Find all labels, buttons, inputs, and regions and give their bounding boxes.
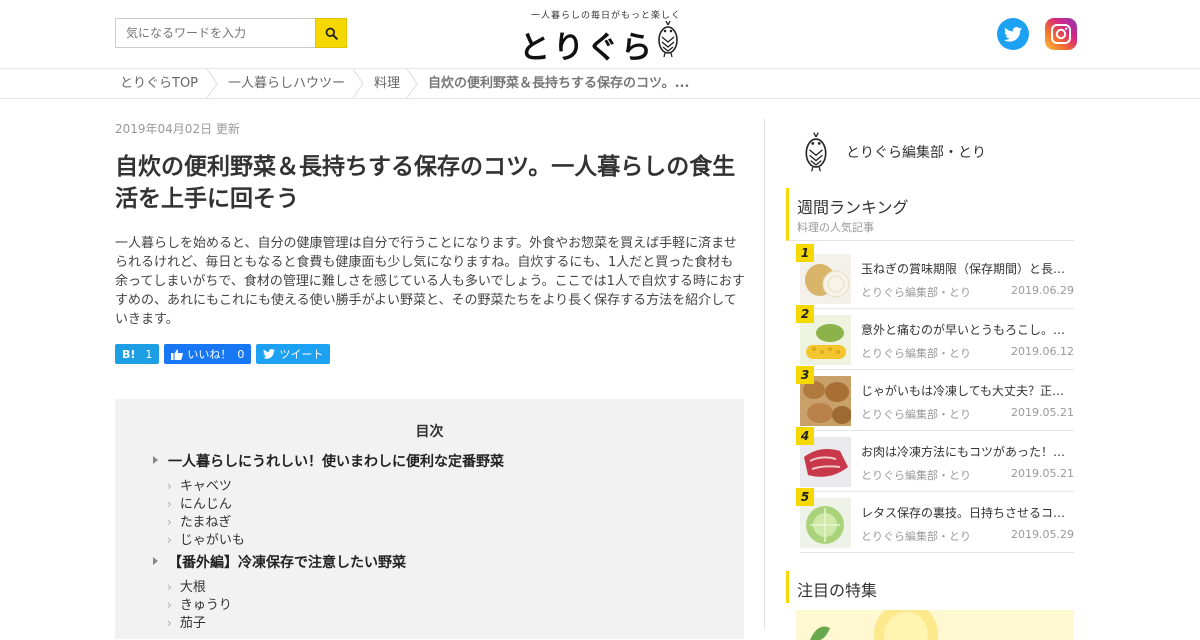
tweet-button[interactable]: ツイート	[256, 344, 331, 364]
ranking-item-date: 2019.06.29	[1011, 284, 1074, 297]
twitter-link[interactable]	[997, 18, 1029, 50]
instagram-link[interactable]	[1045, 18, 1077, 50]
share-buttons: B! 1 いいね！ 0 ツイート	[115, 344, 331, 364]
ranking-item-meta: とりぐら編集部・とり 2019.05.29	[861, 528, 1074, 544]
rank-number: 3	[796, 366, 814, 384]
ranking-item[interactable]: 3 じゃがいもは冷凍しても大丈夫？正しい保存方法 とりぐら編集部・とり 2019…	[796, 366, 1074, 431]
author-name: とりぐら編集部・とり	[846, 145, 986, 161]
ranking-item-date: 2019.05.29	[1011, 528, 1074, 541]
feature-title: 注目の特集	[797, 581, 878, 600]
ranking-item-date: 2019.05.21	[1011, 406, 1074, 419]
article-title: 自炊の便利野菜＆長持ちする保存のコツ。一人暮らしの食生活を上手に回そう	[115, 154, 736, 212]
facebook-like-button[interactable]: いいね！ 0	[164, 344, 252, 364]
ranking-item[interactable]: 5 レタス保存の裏技。日持ちさせるコツを紹介 とりぐら編集部・とり 2019.0…	[796, 488, 1074, 553]
search-input[interactable]	[115, 18, 315, 48]
article-date: 2019年04月02日 更新	[115, 122, 240, 136]
facebook-like-label: いいね！	[187, 348, 232, 361]
site-logo[interactable]: 一人暮らしの毎日がもっと楽しく とりぐら	[515, 8, 685, 66]
breadcrumb-item-cooking[interactable]: 料理	[374, 69, 400, 98]
breadcrumb-separator-icon	[206, 69, 218, 98]
toc-section[interactable]: 一人暮らしにうれしい！使いまわしに便利な定番野菜	[153, 451, 504, 471]
rank-number: 4	[796, 427, 814, 445]
toc-item[interactable]: じゃがいも	[167, 529, 245, 548]
toc-item[interactable]: 茄子	[167, 612, 206, 631]
breadcrumb-item-top[interactable]: とりぐらTOP	[120, 69, 198, 98]
ranking-item-meta: とりぐら編集部・とり 2019.05.21	[861, 406, 1074, 422]
article-lead: 一人暮らしを始めると、自分の健康管理は自分で行うことになります。外食やお惣菜を買…	[115, 236, 745, 327]
ranking-item-date: 2019.05.21	[1011, 467, 1074, 480]
ranking-header: 週間ランキング 料理の人気記事	[786, 188, 1074, 241]
ranking-item-author: とりぐら編集部・とり	[861, 286, 971, 299]
toc-item[interactable]: たまねぎ	[167, 511, 232, 530]
search-icon	[325, 27, 338, 40]
toc-item[interactable]: 大根	[167, 576, 206, 595]
toc-item[interactable]: にんじん	[167, 493, 232, 512]
ranking-item-title: 意外と痛むのが早いとうもろこし。おいしく保存するには	[861, 323, 1073, 337]
breadcrumb-item-current: 自炊の便利野菜＆長持ちする保存のコツ。...	[428, 76, 690, 91]
bird-mascot-icon	[658, 20, 678, 58]
ranking-item[interactable]: 1 玉ねぎの賞味期限（保存期間）と長持ちさせる保存方法 とりぐら編集部・とり 2…	[796, 244, 1074, 309]
logo-text: とりぐら	[519, 30, 655, 66]
ranking-item-author: とりぐら編集部・とり	[861, 408, 971, 421]
thumbs-up-icon	[171, 349, 184, 360]
ranking-title: 週間ランキング	[797, 198, 909, 217]
hatena-count: 1	[145, 347, 153, 361]
ranking-item[interactable]: 2 意外と痛むのが早いとうもろこし。おいしく保存するには とりぐら編集部・とり …	[796, 305, 1074, 370]
ranking-item-author: とりぐら編集部・とり	[861, 347, 971, 360]
tweet-label: ツイート	[279, 348, 324, 361]
hatena-icon: B!	[122, 347, 136, 361]
instagram-icon	[1051, 24, 1071, 44]
twitter-bird-icon	[263, 349, 276, 359]
rank-number: 5	[796, 488, 814, 506]
facebook-like-count: 0	[237, 347, 245, 361]
breadcrumb-item-howto[interactable]: 一人暮らしハウツー	[228, 69, 345, 98]
toc-section[interactable]: 【番外編】冷凍保存で注意したい野菜	[153, 552, 406, 572]
rank-number: 1	[796, 244, 814, 262]
toc-item[interactable]: きゅうり	[167, 594, 232, 613]
toc-title: 目次	[415, 424, 444, 440]
ranking-item-meta: とりぐら編集部・とり 2019.05.21	[861, 467, 1074, 483]
ranking-item-author: とりぐら編集部・とり	[861, 469, 971, 482]
ranking-item-meta: とりぐら編集部・とり 2019.06.12	[861, 345, 1074, 361]
bird-mascot-icon	[805, 132, 827, 172]
ranking-item-date: 2019.06.12	[1011, 345, 1074, 358]
author-profile[interactable]: とりぐら編集部・とり	[802, 131, 986, 173]
ranking-item-title: じゃがいもは冷凍しても大丈夫？正しい保存方法	[861, 384, 1073, 398]
hatena-bookmark-button[interactable]: B! 1	[115, 344, 160, 364]
breadcrumb-separator-icon	[406, 69, 418, 98]
ranking-item[interactable]: 4 お肉は冷凍方法にもコツがあった！おいしく保存 とりぐら編集部・とり 2019…	[796, 427, 1074, 492]
ranking-item-meta: とりぐら編集部・とり 2019.06.29	[861, 284, 1074, 300]
breadcrumb-separator-icon	[352, 69, 364, 98]
ranking-item-title: レタス保存の裏技。日持ちさせるコツを紹介	[861, 506, 1073, 520]
search-button[interactable]	[315, 18, 347, 48]
feature-banner[interactable]	[796, 610, 1074, 640]
search-bar	[115, 18, 347, 48]
ranking-item-title: お肉は冷凍方法にもコツがあった！おいしく保存	[861, 445, 1073, 459]
ranking-item-author: とりぐら編集部・とり	[861, 530, 971, 543]
table-of-contents: 目次 一人暮らしにうれしい！使いまわしに便利な定番野菜 キャベツ にんじん たま…	[115, 399, 744, 639]
rank-number: 2	[796, 305, 814, 323]
ranking-subtitle: 料理の人気記事	[797, 221, 874, 234]
toc-item[interactable]: キャベツ	[167, 475, 232, 494]
ranking-item-title: 玉ねぎの賞味期限（保存期間）と長持ちさせる保存方法	[861, 262, 1073, 276]
column-divider	[764, 118, 765, 630]
twitter-bird-icon	[1004, 26, 1022, 42]
site-header: 一人暮らしの毎日がもっと楽しく とりぐら	[0, 0, 1200, 68]
breadcrumb: とりぐらTOP 一人暮らしハウツー 料理 自炊の便利野菜＆長持ちする保存のコツ。…	[0, 68, 1200, 99]
feature-header: 注目の特集	[786, 571, 1074, 603]
